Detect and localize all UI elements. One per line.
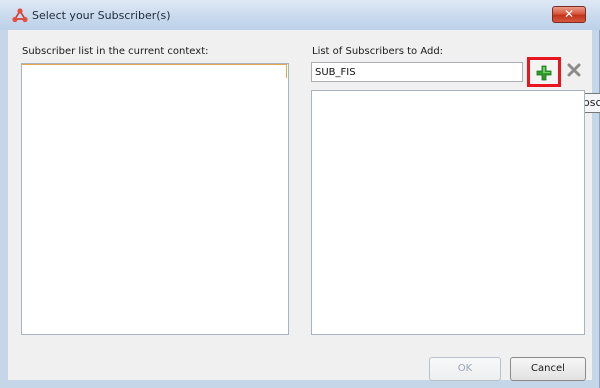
subscribers-to-add-label: List of Subscribers to Add: bbox=[312, 46, 444, 57]
subscriber-list-label: Subscriber list in the current context: bbox=[22, 46, 209, 57]
subscriber-list-box[interactable] bbox=[21, 63, 289, 335]
gray-x-icon[interactable] bbox=[566, 62, 582, 78]
close-button[interactable]: ✕ bbox=[552, 6, 586, 23]
green-plus-icon bbox=[536, 65, 552, 81]
title-bar[interactable]: Select your Subscriber(s) ✕ bbox=[0, 0, 600, 30]
dialog-window: Select your Subscriber(s) ✕ Subscriber l… bbox=[0, 0, 600, 388]
ok-button[interactable]: OK bbox=[429, 357, 501, 381]
dialog-title: Select your Subscriber(s) bbox=[32, 9, 171, 22]
add-subscriber-button[interactable] bbox=[527, 57, 561, 87]
list-focus-outline bbox=[22, 64, 287, 78]
network-nodes-icon bbox=[12, 8, 28, 23]
subscriber-name-input[interactable] bbox=[311, 62, 523, 82]
cancel-button[interactable]: Cancel bbox=[510, 357, 586, 381]
subscribers-to-add-list[interactable] bbox=[311, 90, 585, 335]
close-icon: ✕ bbox=[563, 7, 575, 21]
